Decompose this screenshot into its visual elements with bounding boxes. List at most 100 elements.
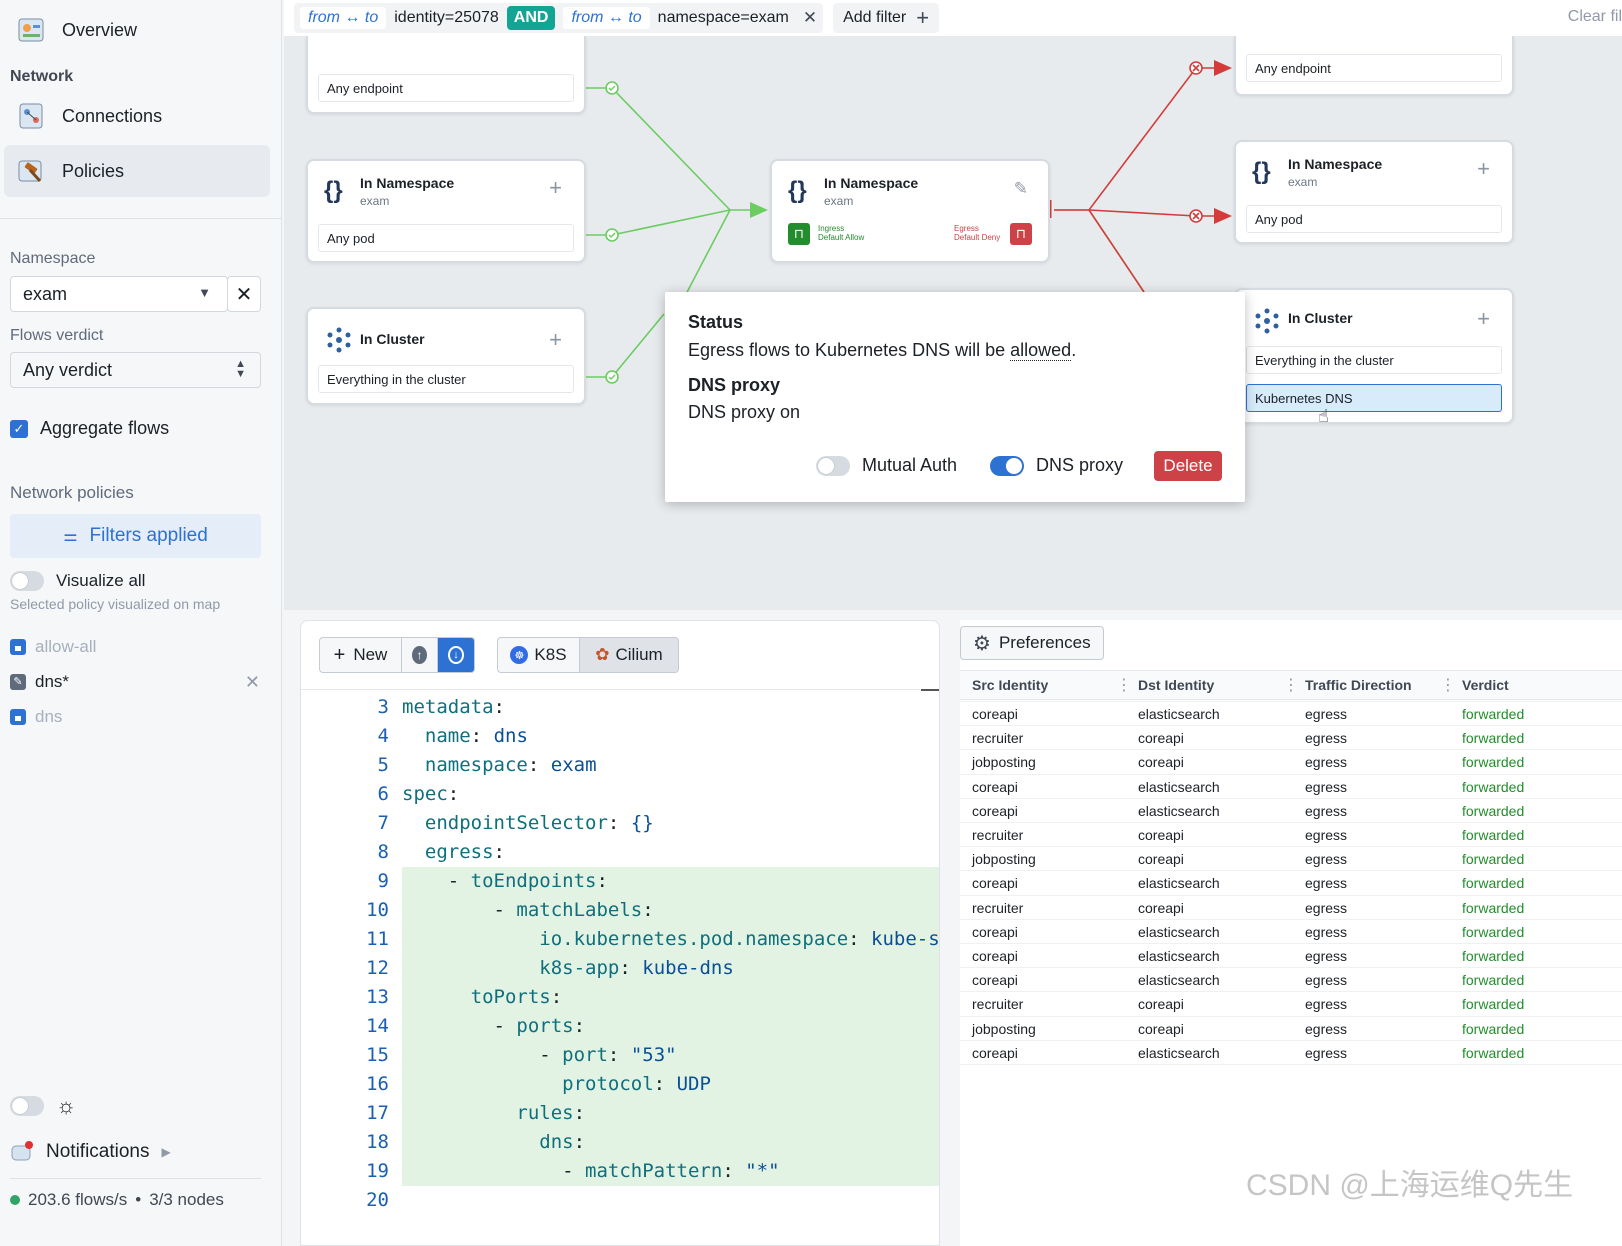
code-line[interactable]: 9 - toEndpoints: <box>301 867 939 896</box>
dns-proxy-toggle[interactable]: DNS proxy <box>990 455 1123 476</box>
code-line[interactable]: 4 name: dns <box>301 722 939 751</box>
download-button[interactable]: ↓ <box>438 638 474 672</box>
theme-toggle[interactable]: ☼ <box>10 1093 76 1119</box>
column-menu-icon[interactable]: ⋮ <box>1283 675 1299 695</box>
table-row[interactable]: coreapi elasticsearch egress forwarded <box>960 701 1622 725</box>
clear-filters-button[interactable]: Clear fil <box>1568 8 1622 26</box>
table-row[interactable]: recruiter coreapi egress forwarded <box>960 725 1622 749</box>
endpoint-card-any-endpoint-right[interactable]: Any endpoint <box>1234 36 1514 96</box>
code-line[interactable]: 17 rules: <box>301 1099 939 1128</box>
yaml-key: matchLabels <box>516 899 643 921</box>
table-row[interactable]: coreapi elasticsearch egress forwarded <box>960 797 1622 822</box>
code-line[interactable]: 20 <box>301 1186 939 1215</box>
selector-row[interactable]: Any pod <box>318 224 574 252</box>
remove-policy-close-icon[interactable]: ✕ <box>245 672 260 693</box>
nav-connections[interactable]: Connections <box>4 90 270 142</box>
table-row[interactable]: coreapi elasticsearch egress forwarded <box>960 1039 1622 1064</box>
policy-yaml-editor[interactable]: + New ↑ ↓ ☸ K8S ✿ Cilium 3 metadata: 4 name: … <box>300 620 940 1246</box>
table-row[interactable]: coreapi elasticsearch egress forwarded <box>960 918 1622 943</box>
code-line[interactable]: 12 k8s-app: kube-dns <box>301 954 939 983</box>
selector-row-kubernetes-dns[interactable]: Kubernetes DNS <box>1246 384 1502 412</box>
selector-row[interactable]: Any pod <box>1246 205 1502 233</box>
table-row[interactable]: jobposting coreapi egress forwarded <box>960 846 1622 870</box>
column-menu-icon[interactable]: ⋮ <box>1116 675 1132 695</box>
code-line[interactable]: 3 metadata: <box>301 693 939 722</box>
policy-item-dns[interactable]: dns <box>10 707 260 727</box>
selector-row[interactable]: Any endpoint <box>1246 54 1502 82</box>
column-header-dst[interactable]: Dst Identity <box>1138 670 1214 700</box>
table-end-divider <box>960 1064 1622 1065</box>
code-line[interactable]: 15 - port: "53" <box>301 1041 939 1070</box>
code-line[interactable]: 11 io.kubernetes.pod.namespace: kube-s <box>301 925 939 954</box>
add-selector-plus-icon[interactable]: + <box>1477 306 1490 332</box>
edit-pencil-icon[interactable]: ✎ <box>1014 179 1028 199</box>
code-line[interactable]: 5 namespace: exam <box>301 751 939 780</box>
mutual-auth-toggle[interactable]: Mutual Auth <box>816 455 957 476</box>
table-row[interactable]: coreapi elasticsearch egress forwarded <box>960 773 1622 798</box>
policy-card-center[interactable]: {} In Namespace exam ✎ ⊓ Ingress Default … <box>770 159 1050 263</box>
add-filter-button[interactable]: Add filter + <box>833 3 940 33</box>
table-row[interactable]: jobposting coreapi egress forwarded <box>960 1015 1622 1040</box>
code-line[interactable]: 10 - matchLabels: <box>301 896 939 925</box>
code-line[interactable]: 18 dns: <box>301 1128 939 1157</box>
k8s-format-button[interactable]: ☸ K8S <box>498 638 580 672</box>
code-line[interactable]: 6 spec: <box>301 780 939 809</box>
endpoint-card-in-cluster-right[interactable]: In Cluster + Everything in the cluster K… <box>1234 288 1514 424</box>
endpoint-card-any-endpoint[interactable]: Any endpoint <box>306 36 586 114</box>
ingress-unlock-icon[interactable]: ⊓ <box>788 223 810 245</box>
direction-cell: egress <box>1305 706 1348 722</box>
and-operator-badge[interactable]: AND <box>506 6 556 30</box>
policy-item-dns-edited[interactable]: ✎ dns* ✕ <box>10 672 260 692</box>
column-menu-icon[interactable]: ⋮ <box>1440 675 1456 695</box>
column-header-src[interactable]: Src Identity <box>972 670 1048 700</box>
table-row[interactable]: recruiter coreapi egress forwarded <box>960 894 1622 919</box>
namespace-select[interactable]: exam ▼ <box>10 276 228 312</box>
nav-policies[interactable]: Policies <box>4 145 270 197</box>
remove-filter-close-icon[interactable]: ✕ <box>803 8 817 28</box>
selector-row[interactable]: Everything in the cluster <box>1246 346 1502 374</box>
code-line[interactable]: 16 protocol: UDP <box>301 1070 939 1099</box>
verdict-select[interactable]: Any verdict ▲ ▼ <box>10 352 261 388</box>
notifications-button[interactable]: Notifications ▶ <box>10 1140 260 1164</box>
table-row[interactable]: recruiter coreapi egress forwarded <box>960 822 1622 846</box>
column-header-verdict[interactable]: Verdict <box>1462 670 1509 700</box>
table-row[interactable]: coreapi elasticsearch egress forwarded <box>960 943 1622 967</box>
upload-button[interactable]: ↑ <box>402 638 438 672</box>
code-line[interactable]: 13 toPorts: <box>301 983 939 1012</box>
table-row[interactable]: recruiter coreapi egress forwarded <box>960 991 1622 1015</box>
code-line[interactable]: 19 - matchPattern: "*" <box>301 1157 939 1186</box>
selector-row[interactable]: Everything in the cluster <box>318 365 574 393</box>
network-policies-label: Network policies <box>10 483 134 502</box>
filters-applied-button[interactable]: ⚌ Filters applied <box>10 514 261 558</box>
endpoint-card-in-namespace[interactable]: {} In Namespace exam + Any pod <box>306 159 586 263</box>
policy-item-allow-all[interactable]: allow-all <box>10 637 260 657</box>
filter-direction[interactable]: from ↔ to <box>563 7 650 29</box>
new-policy-button[interactable]: + New <box>320 638 402 672</box>
column-header-direction[interactable]: Traffic Direction <box>1305 670 1412 700</box>
add-selector-plus-icon[interactable]: + <box>1477 156 1490 182</box>
delete-button[interactable]: Delete <box>1154 451 1222 481</box>
preferences-button[interactable]: ⚙ Preferences <box>960 626 1104 660</box>
nav-overview[interactable]: Overview <box>4 4 270 56</box>
table-row[interactable]: coreapi elasticsearch egress forwarded <box>960 870 1622 894</box>
filter-direction[interactable]: from ↔ to <box>300 7 387 29</box>
filter-chip-identity[interactable]: from ↔ to identity=25078 AND from ↔ to n… <box>294 3 824 33</box>
clear-namespace-button[interactable]: ✕ <box>227 276 261 312</box>
aggregate-flows-checkbox[interactable]: ✓ Aggregate flows <box>10 418 169 439</box>
egress-lock-icon[interactable]: ⊓ <box>1010 223 1032 245</box>
table-row[interactable]: jobposting coreapi egress forwarded <box>960 749 1622 773</box>
code-line[interactable]: 8 egress: <box>301 838 939 867</box>
visualize-all-toggle[interactable]: Visualize all <box>10 571 145 591</box>
status-heading: Status <box>688 312 744 332</box>
code-line[interactable]: 7 endpointSelector: {} <box>301 809 939 838</box>
selector-row[interactable]: Any endpoint <box>318 74 574 102</box>
add-selector-plus-icon[interactable]: + <box>549 327 562 353</box>
code-line[interactable]: 14 - ports: <box>301 1012 939 1041</box>
indent: - <box>402 1044 563 1066</box>
add-selector-plus-icon[interactable]: + <box>549 175 562 201</box>
endpoint-card-in-cluster[interactable]: In Cluster + Everything in the cluster <box>306 307 586 405</box>
table-row[interactable]: coreapi elasticsearch egress forwarded <box>960 967 1622 991</box>
endpoint-card-in-namespace-right[interactable]: {} In Namespace exam + Any pod <box>1234 140 1514 244</box>
cilium-format-button[interactable]: ✿ Cilium <box>580 638 678 672</box>
